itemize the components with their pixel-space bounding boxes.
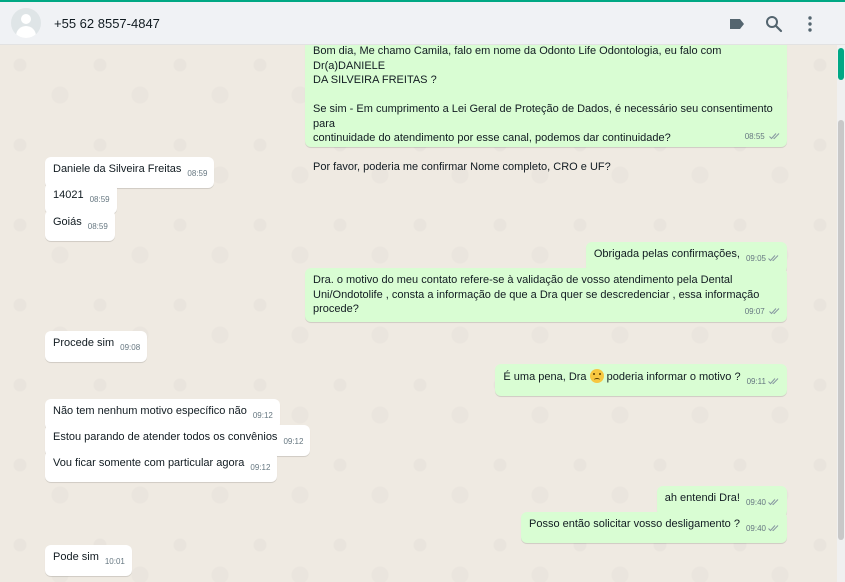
message-time: 09:12 [250, 463, 271, 472]
message-text-line: Se sim - Em cumprimento a Lei Geral de P… [313, 103, 773, 130]
scrollbar-accent [838, 48, 844, 80]
message-incoming[interactable]: Pode sim 10:01 [45, 545, 132, 576]
message-text-line: continuidade do atendimento por esse can… [313, 132, 671, 144]
message-incoming[interactable]: 14021 08:59 [45, 183, 117, 214]
message-meta: 09:07 [745, 305, 781, 320]
message-time: 09:07 [744, 306, 765, 316]
avatar[interactable] [11, 8, 41, 38]
message-time: 09:12 [283, 437, 304, 446]
label-icon[interactable] [727, 14, 747, 34]
search-icon[interactable] [764, 14, 784, 34]
message-text: poderia informar o motivo ? [603, 371, 741, 383]
message-outgoing[interactable]: Bom dia, Me chamo Camila, falo em nome d… [305, 45, 787, 173]
double-check-icon [768, 499, 779, 506]
message-time: 09:40 [745, 498, 766, 507]
message-time: 08:59 [87, 222, 108, 231]
message-text-line: Dra. o motivo do meu contato refere-se à… [313, 274, 733, 286]
message-incoming[interactable]: Procede sim 09:08 [45, 331, 148, 362]
sad-face-emoji-icon [589, 369, 604, 383]
message-time: 08:59 [187, 169, 208, 178]
message-text: Estou parando de atender todos os convên… [53, 431, 278, 443]
double-check-icon [768, 255, 779, 262]
message-meta: 08:55 [745, 130, 781, 145]
message-outgoing[interactable]: Posso então solicitar vosso desligamento… [521, 512, 787, 543]
message-text: Pode sim [53, 551, 99, 563]
message-time: 10:01 [104, 557, 125, 566]
double-check-icon [769, 307, 780, 314]
message-text-line: DA SILVEIRA FREITAS ? [313, 74, 437, 86]
message-text-line: Uni/Ondotolife , consta a informação de … [313, 288, 760, 301]
message-text-line: procede? [313, 303, 359, 315]
message-time: 09:12 [252, 411, 273, 420]
double-check-icon [768, 525, 779, 532]
message-time: 09:05 [745, 254, 766, 263]
message-text: Goiás [53, 216, 82, 228]
message-outgoing[interactable]: É uma pena, Dra poderia informar o motiv… [495, 364, 787, 396]
message-text: Daniele da Silveira Freitas [53, 163, 182, 175]
double-check-icon [769, 132, 780, 139]
message-time: 08:55 [744, 131, 765, 141]
message-time: 09:11 [746, 377, 766, 386]
message-text: Não tem nenhum motivo específico não [53, 405, 247, 417]
message-text: Obrigada pelas confirmações, [593, 248, 740, 260]
message-incoming[interactable]: Vou ficar somente com particular agora 09… [45, 451, 278, 482]
chat-header: +55 62 8557-4847 [0, 0, 845, 45]
message-time: 09:40 [745, 524, 766, 533]
message-text: É uma pena, Dra [503, 371, 587, 383]
message-incoming[interactable]: Goiás 08:59 [45, 210, 115, 241]
message-text: ah entendi Dra! [664, 492, 740, 504]
message-text-line: Por favor, poderia me confirmar Nome com… [313, 161, 611, 173]
message-time: 08:59 [89, 195, 110, 204]
message-text: Procede sim [53, 337, 115, 349]
menu-icon[interactable] [800, 14, 820, 34]
message-text-line: Bom dia, Me chamo Camila, falo em nome d… [313, 45, 722, 72]
message-outgoing[interactable]: Dra. o motivo do meu contato refere-se à… [305, 268, 787, 322]
message-text: Posso então solicitar vosso desligamento… [529, 518, 740, 530]
contact-name[interactable]: +55 62 8557-4847 [54, 16, 160, 31]
chat-area[interactable]: Bom dia, Me chamo Camila, falo em nome d… [0, 45, 837, 582]
scrollbar-thumb[interactable] [838, 120, 844, 540]
message-text: Vou ficar somente com particular agora [53, 457, 245, 469]
message-time: 09:08 [120, 343, 141, 352]
message-text: 14021 [53, 189, 84, 201]
double-check-icon [768, 378, 779, 385]
